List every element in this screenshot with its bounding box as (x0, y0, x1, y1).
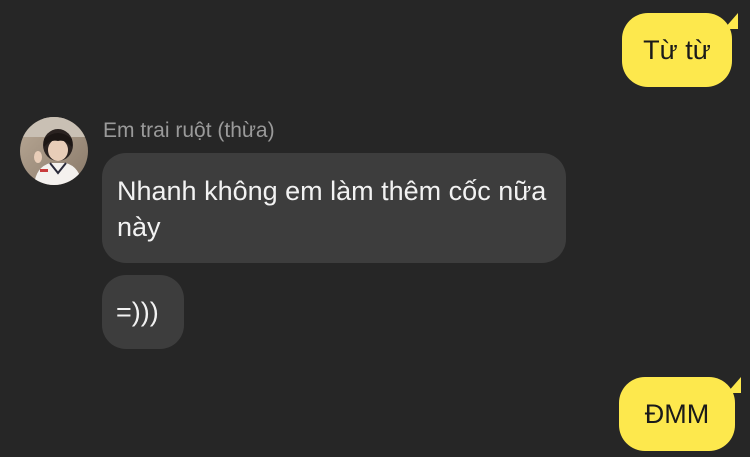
incoming-message-text: =))) (116, 297, 159, 327)
outgoing-message-text: ĐMM (644, 398, 710, 429)
outgoing-message-text: Từ từ (643, 34, 711, 65)
outgoing-message-bubble[interactable]: ĐMM (619, 377, 741, 451)
contact-avatar[interactable] (20, 117, 88, 185)
sender-name: Em trai ruột (thừa) (103, 119, 275, 142)
chat-conversation: Từ từ Em trai ruột (thừa) Nhanh không em… (0, 0, 750, 457)
outgoing-message-bubble[interactable]: Từ từ (622, 13, 738, 87)
incoming-message-text: Nhanh không em làm thêm cốc nữa này (117, 176, 547, 242)
bubble-tail (724, 13, 738, 29)
avatar-photo (20, 117, 88, 185)
bubble-tail (727, 377, 741, 393)
incoming-message-bubble[interactable]: Nhanh không em làm thêm cốc nữa này (102, 153, 566, 263)
incoming-message-bubble[interactable]: =))) (102, 275, 184, 349)
